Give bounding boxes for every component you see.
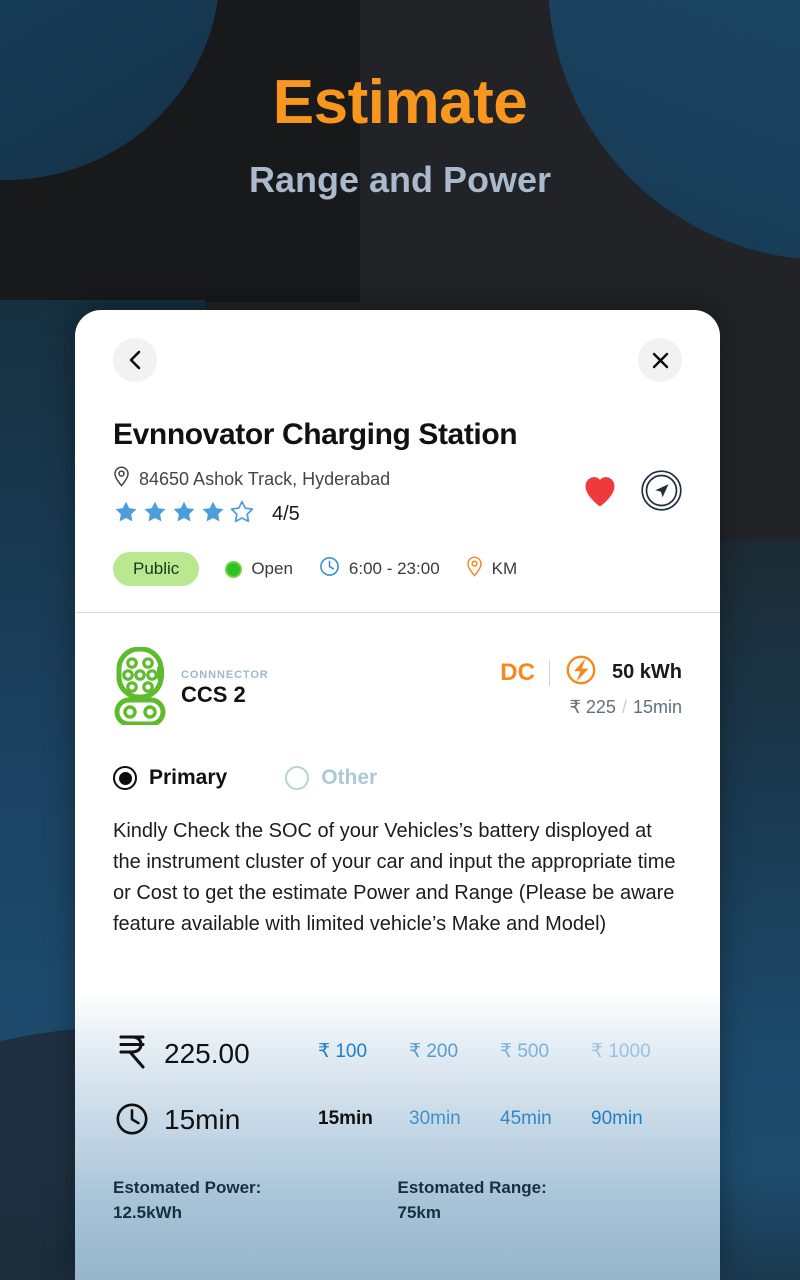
- address-row: 84650 Ashok Track, Hyderabad 4/5: [113, 466, 682, 530]
- price-separator: /: [621, 697, 627, 717]
- cost-chip[interactable]: ₹ 200: [409, 1040, 500, 1063]
- cost-chip[interactable]: ₹ 1000: [591, 1040, 682, 1063]
- status-label: Open: [251, 559, 293, 578]
- connector-power-info: DC 50 kWh ₹ 225 / 15min: [500, 647, 682, 718]
- navigate-button[interactable]: [641, 470, 682, 514]
- estimate-results: Estomated Power: 12.5kWh Estomated Range…: [113, 1178, 682, 1223]
- cost-chip[interactable]: ₹ 100: [318, 1040, 409, 1063]
- close-icon: [651, 351, 670, 370]
- clock-icon: [113, 1102, 151, 1136]
- ccs2-connector-icon: [113, 646, 167, 730]
- radio-icon-selected: [113, 766, 137, 790]
- cost-chip-group: ₹ 100 ₹ 200 ₹ 500 ₹ 1000: [318, 1040, 682, 1063]
- vertical-divider: [548, 659, 550, 686]
- cost-value: 225.00: [164, 1038, 250, 1070]
- connector-row: CONNNECTOR CCS 2 DC 50 kWh ₹ 225 / 15min: [113, 646, 682, 730]
- heart-icon: [581, 476, 619, 511]
- price-duration: 15min: [632, 697, 682, 717]
- card-topbar: [113, 338, 682, 382]
- card-header: Evnnovator Charging Station 84650 Ashok …: [75, 310, 720, 612]
- station-detail-card: Evnnovator Charging Station 84650 Ashok …: [75, 310, 720, 1280]
- time-selector-row: 15min 15min 30min 45min 90min: [113, 1102, 682, 1136]
- time-chip[interactable]: 90min: [591, 1108, 682, 1130]
- radio-option-primary[interactable]: Primary: [113, 766, 227, 790]
- status-badge: Open: [225, 559, 293, 579]
- estimator-panel: 225.00 ₹ 100 ₹ 200 ₹ 500 ₹ 1000 15min 15…: [75, 990, 720, 1280]
- address-text: 84650 Ashok Track, Hyderabad: [139, 468, 391, 489]
- current-type-label: DC: [500, 658, 535, 686]
- navigate-arrow-icon: [641, 470, 682, 514]
- price-line: ₹ 225 / 15min: [500, 697, 682, 718]
- card-body: CONNNECTOR CCS 2 DC 50 kWh ₹ 225 / 15min…: [75, 613, 720, 940]
- cost-input[interactable]: 225.00: [113, 1032, 318, 1070]
- star-icon-empty: [229, 499, 255, 530]
- page-title: Evnnovator Charging Station: [113, 418, 518, 451]
- star-icon-filled: [142, 499, 168, 530]
- connector-text: CONNNECTOR CCS 2: [181, 669, 269, 708]
- lightning-bolt-icon: [564, 653, 598, 692]
- cost-value-wrap: 225.00: [164, 1038, 318, 1070]
- rating-row: 4/5: [113, 499, 581, 530]
- station-meta-row: Public Open 6:00 - 23:00 KM: [113, 552, 682, 612]
- distance-label: KM: [491, 559, 518, 578]
- price-value: ₹ 225: [569, 697, 616, 717]
- location-pin-icon: [113, 466, 130, 492]
- rating-stars: [113, 499, 255, 530]
- estimated-power-value: 12.5kWh: [113, 1203, 182, 1222]
- radio-label-primary: Primary: [149, 766, 228, 789]
- map-pin-icon: [466, 556, 483, 582]
- star-icon-filled: [200, 499, 226, 530]
- time-value: 15min: [164, 1104, 241, 1136]
- rupee-icon: [113, 1032, 151, 1070]
- star-icon-filled: [171, 499, 197, 530]
- time-value-wrap: 15min: [164, 1104, 318, 1136]
- estimated-range-value: 75km: [397, 1203, 441, 1222]
- estimated-power-block: Estomated Power: 12.5kWh: [113, 1178, 398, 1223]
- connector-option-group: Primary Other: [113, 766, 682, 790]
- rating-value: 4/5: [272, 503, 300, 525]
- connector-name: CCS 2: [181, 682, 246, 707]
- power-line: DC 50 kWh: [500, 653, 682, 692]
- chevron-left-icon: [127, 349, 143, 371]
- status-dot-icon: [225, 560, 243, 578]
- cost-selector-row: 225.00 ₹ 100 ₹ 200 ₹ 500 ₹ 1000: [113, 1032, 682, 1070]
- estimated-range-block: Estomated Range: 75km: [398, 1178, 683, 1223]
- time-chip[interactable]: 45min: [500, 1108, 591, 1130]
- close-button[interactable]: [638, 338, 682, 382]
- favorite-button[interactable]: [581, 474, 619, 511]
- estimated-power-label: Estomated Power:: [113, 1178, 262, 1197]
- address-line: 84650 Ashok Track, Hyderabad: [113, 466, 581, 492]
- time-chip-group: 15min 30min 45min 90min: [318, 1108, 682, 1130]
- distance-item: KM: [466, 556, 518, 582]
- estimated-range-label: Estomated Range:: [397, 1178, 547, 1197]
- connector-info: CONNNECTOR CCS 2: [113, 646, 269, 730]
- radio-option-other[interactable]: Other: [285, 766, 377, 790]
- background-circle-top-right: [548, 0, 800, 260]
- power-value: 50 kWh: [611, 661, 682, 683]
- star-icon-filled: [113, 499, 139, 530]
- radio-dot: [118, 771, 132, 785]
- time-chip[interactable]: 30min: [409, 1108, 500, 1130]
- header-actions: [581, 466, 682, 514]
- radio-icon-unselected: [285, 766, 310, 790]
- access-type-badge: Public: [113, 552, 200, 586]
- hours-label: 6:00 - 23:00: [348, 559, 440, 578]
- time-input[interactable]: 15min: [113, 1102, 318, 1136]
- cost-chip[interactable]: ₹ 500: [500, 1040, 591, 1063]
- time-chip[interactable]: 15min: [318, 1108, 409, 1130]
- clock-icon: [319, 556, 340, 582]
- back-button[interactable]: [113, 338, 157, 382]
- instruction-text: Kindly Check the SOC of your Vehicles’s …: [113, 820, 676, 935]
- radio-label-other: Other: [321, 766, 378, 789]
- address-and-rating: 84650 Ashok Track, Hyderabad 4/5: [113, 466, 581, 530]
- connector-label: CONNNECTOR: [181, 669, 269, 681]
- hours-item: 6:00 - 23:00: [319, 556, 440, 582]
